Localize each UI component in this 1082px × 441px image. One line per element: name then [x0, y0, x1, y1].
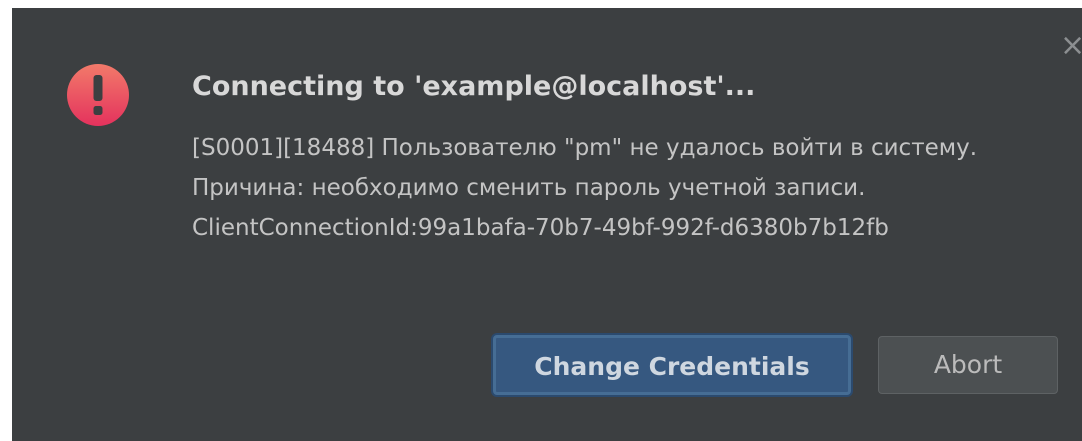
error-icon	[67, 64, 129, 126]
error-dialog: × Connecting to 'example@localhost'... […	[12, 8, 1082, 441]
close-icon: ×	[1060, 28, 1082, 63]
close-button[interactable]: ×	[1060, 26, 1082, 66]
dialog-title: Connecting to 'example@localhost'...	[192, 71, 756, 102]
screenshot-frame: × Connecting to 'example@localhost'... […	[0, 0, 1082, 441]
abort-button[interactable]: Abort	[878, 336, 1058, 394]
error-message: [S0001][18488] Пользователю "pm" не удал…	[192, 135, 978, 241]
change-credentials-button[interactable]: Change Credentials	[493, 335, 851, 395]
dialog-content: Connecting to 'example@localhost'... [S0…	[192, 70, 1052, 248]
